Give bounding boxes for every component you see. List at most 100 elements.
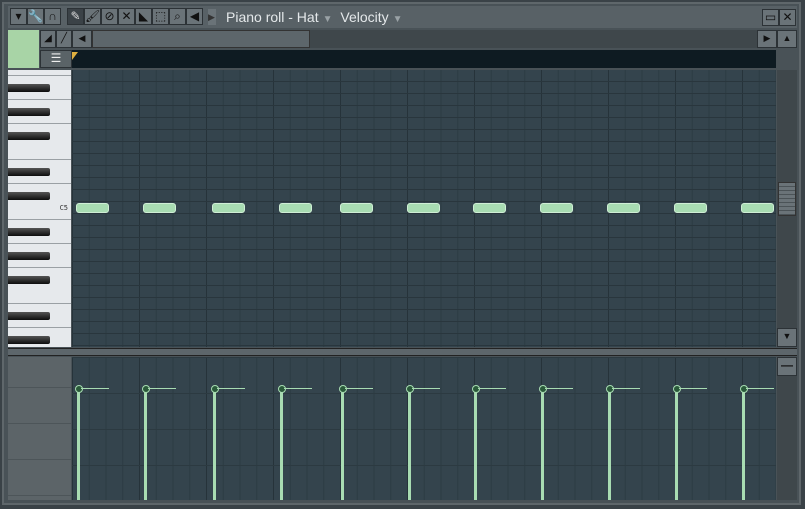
velocity-length-line bbox=[284, 388, 312, 390]
velocity-handle[interactable] bbox=[472, 385, 480, 394]
title: Piano roll - Hat ▼ Velocity ▼ bbox=[226, 8, 407, 29]
white-key-divider bbox=[8, 303, 71, 304]
note[interactable] bbox=[607, 203, 640, 213]
delete-icon[interactable]: ⊘ bbox=[101, 8, 118, 25]
note[interactable] bbox=[407, 203, 440, 213]
menu-arrow-icon[interactable]: ▾ bbox=[10, 8, 27, 25]
velocity-bar[interactable] bbox=[608, 388, 611, 500]
black-key[interactable] bbox=[8, 168, 50, 176]
horizontal-scrollbar-thumb[interactable] bbox=[92, 30, 310, 48]
black-key[interactable] bbox=[8, 108, 50, 116]
slide-tool-icon[interactable]: ◢ bbox=[40, 30, 56, 48]
piano-keyboard[interactable]: C5 bbox=[8, 70, 71, 347]
scroll-left-icon[interactable]: ◀ bbox=[72, 30, 92, 48]
maximize-icon[interactable]: ▭ bbox=[762, 9, 779, 26]
white-key-divider bbox=[8, 267, 71, 268]
velocity-bar[interactable] bbox=[77, 388, 80, 500]
chevron-down-icon[interactable]: ▼ bbox=[393, 14, 403, 25]
horizontal-scrollbar-track[interactable] bbox=[310, 30, 757, 48]
velocity-handle[interactable] bbox=[211, 385, 219, 394]
velocity-bar[interactable] bbox=[474, 388, 477, 500]
note[interactable] bbox=[540, 203, 573, 213]
vertical-scrollbar-thumb[interactable] bbox=[778, 182, 796, 216]
velocity-length-line bbox=[612, 388, 640, 390]
velocity-handle[interactable] bbox=[339, 385, 347, 394]
velocity-bar[interactable] bbox=[541, 388, 544, 500]
white-key-divider bbox=[8, 159, 71, 160]
velocity-handle[interactable] bbox=[673, 385, 681, 394]
white-key-divider bbox=[8, 243, 71, 244]
velocity-handle[interactable] bbox=[406, 385, 414, 394]
slice-icon[interactable]: ◣ bbox=[135, 8, 152, 25]
paint-brush-icon[interactable]: 🖌 bbox=[84, 8, 101, 25]
white-key-divider bbox=[8, 219, 71, 220]
black-key[interactable] bbox=[8, 276, 50, 284]
velocity-bar[interactable] bbox=[408, 388, 411, 500]
expand-arrow-icon[interactable]: ▶ bbox=[208, 9, 216, 25]
black-key[interactable] bbox=[8, 228, 50, 236]
velocity-length-line bbox=[746, 388, 774, 390]
zoom-icon[interactable]: ⌕ bbox=[169, 8, 186, 25]
note[interactable] bbox=[473, 203, 506, 213]
note[interactable] bbox=[674, 203, 707, 213]
white-key-divider bbox=[8, 75, 71, 76]
black-key[interactable] bbox=[8, 84, 50, 92]
velocity-handle[interactable] bbox=[740, 385, 748, 394]
mute-icon[interactable]: ✕ bbox=[118, 8, 135, 25]
event-editor-splitter[interactable] bbox=[8, 348, 797, 356]
wrench-icon[interactable]: 🔧 bbox=[27, 8, 44, 25]
vertical-scrollbar[interactable]: ▼ bbox=[777, 70, 797, 347]
velocity-length-line bbox=[217, 388, 245, 390]
velocity-length-line bbox=[412, 388, 440, 390]
select-icon[interactable]: ⬚ bbox=[152, 8, 169, 25]
velocity-bar[interactable] bbox=[675, 388, 678, 500]
black-key[interactable] bbox=[8, 192, 50, 200]
scroll-right-icon[interactable]: ▶ bbox=[757, 30, 777, 48]
scroll-up-icon[interactable]: ▲ bbox=[777, 30, 797, 48]
title-bar: ▾ 🔧 ∩ ✎ 🖌 ⊘ ✕ ◣ ⬚ ⌕ ◀ ▶ Piano roll - Hat… bbox=[8, 6, 797, 28]
note[interactable] bbox=[340, 203, 373, 213]
note[interactable] bbox=[212, 203, 245, 213]
velocity-handle[interactable] bbox=[278, 385, 286, 394]
window-title[interactable]: Piano roll - Hat bbox=[226, 9, 319, 25]
velocity-bar[interactable] bbox=[144, 388, 147, 500]
timeline-ruler[interactable] bbox=[72, 50, 776, 68]
target-control[interactable]: Velocity bbox=[340, 9, 388, 25]
playhead-marker-icon[interactable] bbox=[72, 52, 78, 60]
note[interactable] bbox=[741, 203, 774, 213]
velocity-handle[interactable] bbox=[75, 385, 83, 394]
close-icon[interactable]: ✕ bbox=[779, 9, 796, 26]
pencil-icon[interactable]: ✎ bbox=[67, 8, 84, 25]
velocity-handle[interactable] bbox=[606, 385, 614, 394]
black-key[interactable] bbox=[8, 336, 50, 344]
scroll-down-icon[interactable]: ▼ bbox=[777, 328, 797, 347]
magnet-icon[interactable]: ∩ bbox=[44, 8, 61, 25]
black-key[interactable] bbox=[8, 252, 50, 260]
note[interactable] bbox=[76, 203, 109, 213]
collapse-icon[interactable]: — bbox=[777, 357, 797, 376]
velocity-bar[interactable] bbox=[742, 388, 745, 500]
white-key-divider bbox=[8, 123, 71, 124]
note[interactable] bbox=[143, 203, 176, 213]
playback-icon[interactable]: ◀ bbox=[186, 8, 203, 25]
c5-label: C5 bbox=[59, 204, 68, 212]
velocity-length-line bbox=[478, 388, 506, 390]
velocity-bar[interactable] bbox=[280, 388, 283, 500]
white-key-divider bbox=[8, 327, 71, 328]
menu-icon[interactable]: ☰ bbox=[40, 50, 72, 68]
velocity-length-line bbox=[345, 388, 373, 390]
line-tool-icon[interactable]: ╱ bbox=[56, 30, 72, 48]
chevron-down-icon[interactable]: ▼ bbox=[323, 14, 333, 25]
velocity-handle[interactable] bbox=[142, 385, 150, 394]
black-key[interactable] bbox=[8, 132, 50, 140]
white-key-divider bbox=[8, 183, 71, 184]
velocity-handle[interactable] bbox=[539, 385, 547, 394]
note[interactable] bbox=[279, 203, 312, 213]
black-key[interactable] bbox=[8, 312, 50, 320]
velocity-bar[interactable] bbox=[213, 388, 216, 500]
velocity-bar[interactable] bbox=[341, 388, 344, 500]
event-editor-scrollbar[interactable]: — bbox=[777, 357, 797, 500]
velocity-editor[interactable] bbox=[72, 357, 776, 500]
note-grid[interactable] bbox=[72, 70, 776, 347]
channel-color-swatch[interactable] bbox=[8, 30, 39, 68]
